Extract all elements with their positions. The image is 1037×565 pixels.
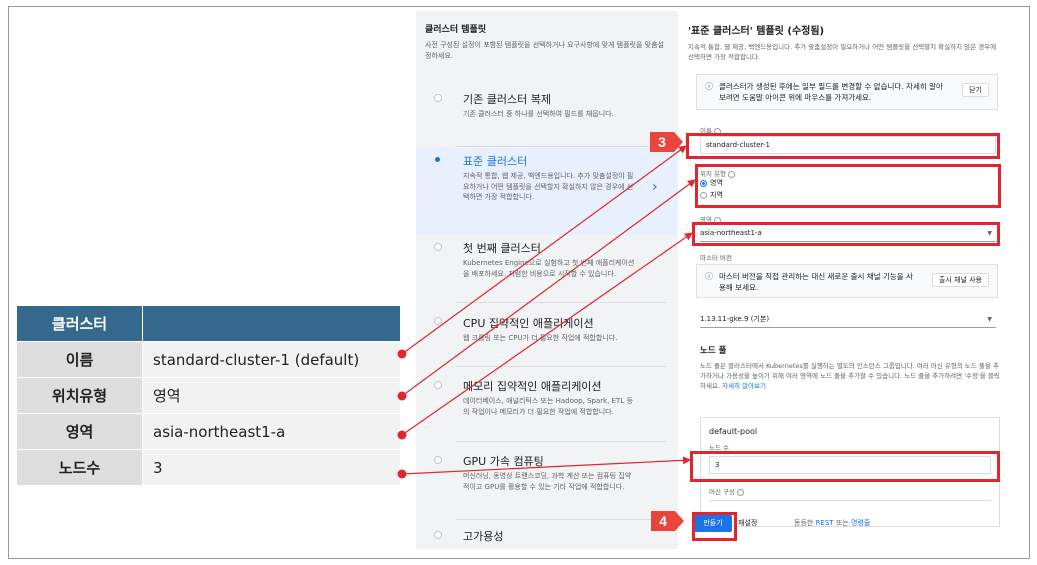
connector-arrows [397, 145, 696, 479]
connector-dot [397, 349, 407, 359]
connector-line [401, 179, 696, 397]
connector-line [401, 232, 693, 436]
connector-dot [397, 430, 407, 440]
connector-line [401, 456, 691, 475]
connector-dot [397, 391, 407, 401]
connector-line [401, 145, 687, 355]
connector-dot [397, 469, 407, 479]
